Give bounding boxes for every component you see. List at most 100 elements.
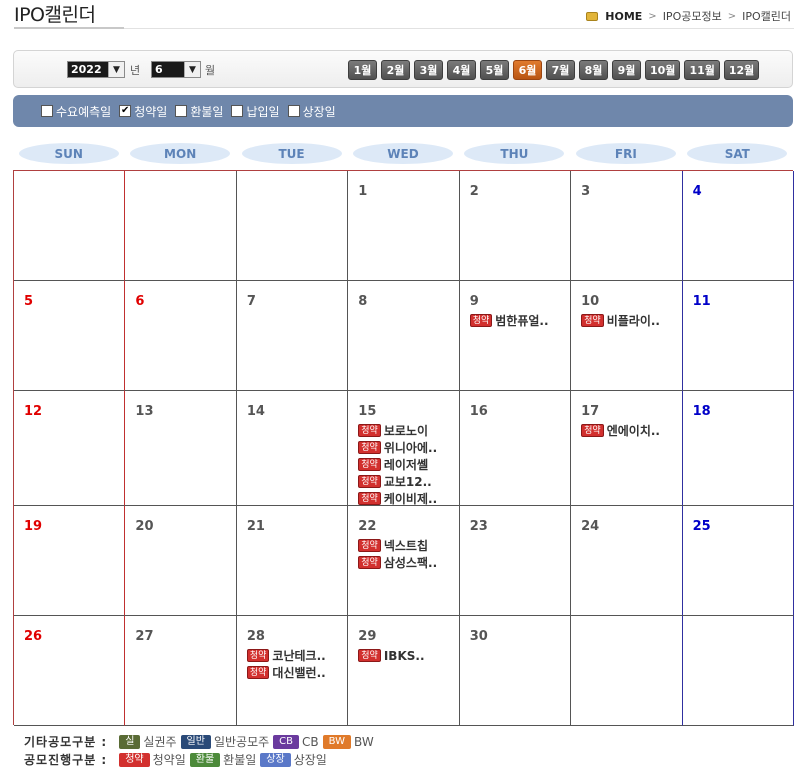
month-button-11[interactable]: 11월 xyxy=(684,60,720,80)
weekday-sun: SUN xyxy=(18,143,119,164)
calendar-day-cell[interactable]: 6 xyxy=(125,281,237,391)
year-select[interactable]: 2022 ▼ xyxy=(67,61,125,78)
calendar-day-cell[interactable]: 11 xyxy=(682,281,794,391)
filter-checkbox[interactable] xyxy=(41,105,53,117)
ipo-event[interactable]: 청약 교보12.. xyxy=(358,473,458,490)
filter-checkbox[interactable] xyxy=(175,105,188,117)
subscription-badge: 청약 xyxy=(358,424,381,437)
month-button-5[interactable]: 5월 xyxy=(480,60,509,80)
calendar-day-cell[interactable]: 4 xyxy=(682,171,794,281)
ipo-event[interactable]: 청약 비플라이.. xyxy=(581,312,681,329)
filter-4[interactable]: 납입일 xyxy=(231,103,280,120)
ipo-event-name[interactable]: 레이저쎌 xyxy=(384,456,428,473)
day-number: 5 xyxy=(24,294,34,309)
calendar-day-cell[interactable]: 22 청약 넥스트칩 청약 삼성스팩.. xyxy=(348,506,460,616)
month-select[interactable]: 6 ▼ xyxy=(151,61,201,78)
breadcrumb-ipo-calendar[interactable]: IPO캘린더 xyxy=(742,8,791,24)
month-button-4[interactable]: 4월 xyxy=(447,60,476,80)
home-icon[interactable] xyxy=(586,11,599,21)
day-number: 13 xyxy=(135,404,154,419)
ipo-event-name[interactable]: 넥스트칩 xyxy=(384,537,428,554)
ipo-event-name[interactable]: 보로노이 xyxy=(384,422,428,439)
ipo-event-name[interactable]: 비플라이.. xyxy=(607,312,660,329)
month-button-8[interactable]: 8월 xyxy=(579,60,608,80)
legend-other-label: 기타공모구분 : xyxy=(24,735,108,749)
ipo-event-name[interactable]: 대신밸런.. xyxy=(272,664,325,681)
calendar-day-cell[interactable]: 15 청약 보로노이 청약 위니아에.. 청약 레이저쎌 청약 교보12.. 청약 케이비제.. xyxy=(348,391,460,507)
ipo-event[interactable]: 청약 코난테크.. xyxy=(246,647,347,664)
ipo-event[interactable]: 청약 삼성스팩.. xyxy=(358,554,458,571)
calendar-day-cell[interactable]: 28 청약 코난테크.. 청약 대신밸런.. xyxy=(236,616,349,726)
ipo-event-name[interactable]: 교보12.. xyxy=(384,473,432,490)
calendar-day-cell[interactable]: 13 xyxy=(125,391,237,506)
chevron-down-icon[interactable]: ▼ xyxy=(108,62,124,77)
calendar-day-cell[interactable]: 21 xyxy=(236,506,349,616)
calendar-day-cell[interactable]: 26 xyxy=(14,616,126,726)
filter-label: 수요예측일 xyxy=(56,104,112,119)
ipo-event-name[interactable]: 범한퓨얼.. xyxy=(495,312,548,329)
filter-5[interactable]: 상장일 xyxy=(287,103,336,120)
filter-2[interactable]: ✔ 청약일 xyxy=(119,103,167,120)
ipo-event[interactable]: 청약 대신밸런.. xyxy=(246,664,347,681)
subscription-badge: 청약 xyxy=(581,424,604,437)
ipo-event[interactable]: 청약 범한퓨얼.. xyxy=(469,312,570,329)
calendar-day-cell[interactable] xyxy=(682,616,794,726)
calendar-day-cell[interactable]: 29 청약 IBKS.. xyxy=(348,616,460,726)
calendar-day-cell[interactable]: 25 xyxy=(682,506,794,616)
filter-1[interactable]: 수요예측일 xyxy=(41,103,111,120)
calendar-day-cell[interactable]: 10 청약 비플라이.. xyxy=(571,281,683,391)
calendar-day-cell[interactable] xyxy=(571,616,683,726)
calendar-day-cell[interactable] xyxy=(236,171,349,281)
calendar-day-cell[interactable]: 24 xyxy=(571,506,683,616)
ipo-event-name[interactable]: 위니아에.. xyxy=(384,439,437,456)
month-button-12[interactable]: 12월 xyxy=(723,60,760,80)
calendar-day-cell[interactable]: 19 xyxy=(14,506,126,616)
ipo-event[interactable]: 청약 넥스트칩 xyxy=(358,537,458,554)
calendar-day-cell[interactable]: 14 xyxy=(236,391,349,506)
calendar-day-cell[interactable]: 3 xyxy=(571,171,683,281)
filter-checkbox[interactable] xyxy=(287,105,300,117)
ipo-event-name[interactable]: 코난테크.. xyxy=(272,647,325,664)
calendar-day-cell[interactable]: 27 xyxy=(125,616,237,726)
calendar-day-cell[interactable] xyxy=(14,171,126,281)
calendar-day-cell[interactable]: 30 xyxy=(459,616,572,726)
ipo-event[interactable]: 청약 IBKS.. xyxy=(358,647,458,664)
ipo-event-name[interactable]: 삼성스팩.. xyxy=(384,554,437,571)
calendar-day-cell[interactable]: 20 xyxy=(125,506,237,616)
month-button-2[interactable]: 2월 xyxy=(381,60,410,80)
calendar-day-cell[interactable]: 16 xyxy=(459,391,572,506)
breadcrumb-ipo-info[interactable]: IPO공모정보 xyxy=(663,8,722,24)
calendar-day-cell[interactable]: 12 xyxy=(14,391,126,506)
legend-text: BW xyxy=(354,734,374,749)
day-number: 22 xyxy=(358,519,377,534)
calendar-day-cell[interactable]: 8 xyxy=(348,281,460,391)
calendar-day-cell[interactable]: 7 xyxy=(236,281,349,391)
calendar-day-cell[interactable]: 9 청약 범한퓨얼.. xyxy=(459,281,572,391)
calendar-day-cell[interactable] xyxy=(125,171,237,281)
month-button-7[interactable]: 7월 xyxy=(546,60,575,80)
filter-3[interactable]: 환불일 xyxy=(175,103,223,120)
month-button-10[interactable]: 10월 xyxy=(645,60,681,80)
filter-checkbox[interactable] xyxy=(231,105,244,117)
calendar-day-cell[interactable]: 2 xyxy=(459,171,572,281)
ipo-event[interactable]: 청약 엔에이치.. xyxy=(581,422,681,439)
ipo-event-name[interactable]: 케이비제.. xyxy=(384,490,437,507)
ipo-event[interactable]: 청약 위니아에.. xyxy=(358,439,458,456)
ipo-event-name[interactable]: 엔에이치.. xyxy=(607,422,660,439)
ipo-event[interactable]: 청약 보로노이 xyxy=(358,422,458,439)
month-button-6[interactable]: 6월 xyxy=(513,60,542,80)
filter-checkbox[interactable]: ✔ xyxy=(119,105,132,117)
ipo-event[interactable]: 청약 레이저쎌 xyxy=(358,456,458,473)
calendar-day-cell[interactable]: 23 xyxy=(459,506,572,616)
month-button-3[interactable]: 3월 xyxy=(414,60,443,80)
chevron-down-icon[interactable]: ▼ xyxy=(184,62,200,77)
calendar-day-cell[interactable]: 1 xyxy=(348,171,460,281)
calendar-day-cell[interactable]: 17 청약 엔에이치.. xyxy=(571,391,683,506)
calendar-day-cell[interactable]: 5 xyxy=(14,281,126,391)
ipo-event-name[interactable]: IBKS.. xyxy=(384,649,425,663)
calendar-day-cell[interactable]: 18 xyxy=(682,391,794,506)
breadcrumb-home[interactable]: HOME xyxy=(605,10,642,23)
ipo-event[interactable]: 청약 케이비제.. xyxy=(358,490,458,507)
month-button-1[interactable]: 1월 xyxy=(348,60,377,80)
month-button-9[interactable]: 9월 xyxy=(612,60,641,80)
